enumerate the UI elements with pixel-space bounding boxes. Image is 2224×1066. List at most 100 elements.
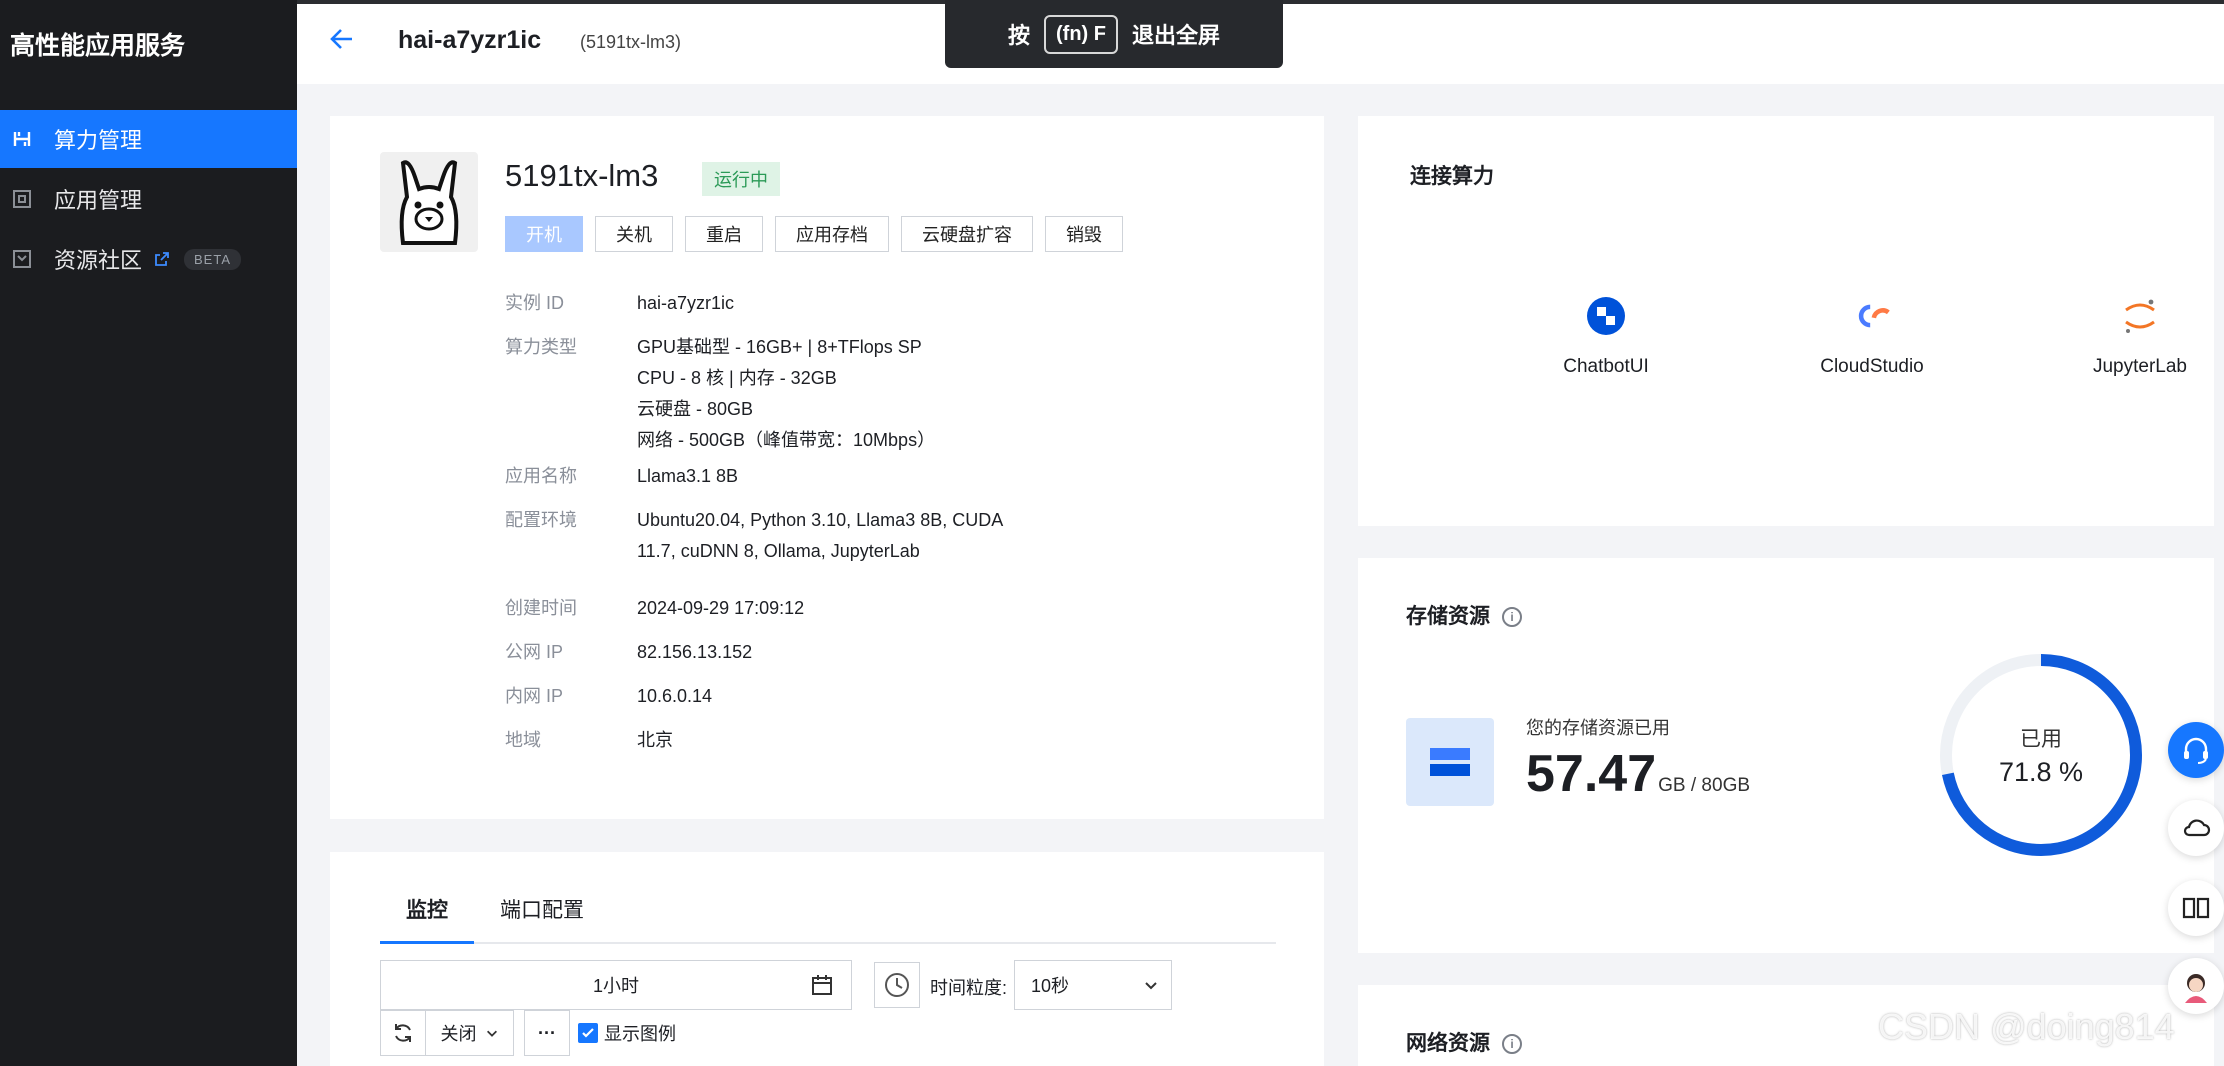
sidebar-item-community[interactable]: 资源社区 BETA [0,230,297,288]
storage-title: 存储资源 [1406,605,1490,628]
info-value: GPU基础型 - 16GB+ | 8+TFlops SP CPU - 8 核 |… [637,332,935,456]
headset-icon [2184,737,2208,764]
storage-used-label: 您的存储资源已用 [1526,718,1670,738]
cloud-button[interactable] [2168,800,2224,856]
jupyter-icon [2120,296,2160,336]
restart-button[interactable]: 重启 [685,216,763,252]
type-line: 云硬盘 - 80GB [637,399,754,419]
page-title: hai-a7yzr1ic [398,26,542,54]
info-label: 算力类型 [505,337,577,357]
info-row-id: 实例 ID hai-a7yzr1ic [505,288,734,319]
fullscreen-toast: 按 (fn) F 退出全屏 [945,0,1283,68]
chatbotui-icon [1586,296,1626,336]
storage-used: 57.47 GB / 80GB [1526,744,1750,804]
more-button[interactable]: ··· [524,1010,570,1056]
sidebar-item-label: 算力管理 [54,128,143,153]
info-label: 公网 IP [505,642,564,662]
beta-badge: BETA [184,248,242,270]
checkbox-checked-icon[interactable] [578,1023,598,1043]
storage-used-value: 57.47 [1526,745,1657,803]
info-icon[interactable]: i [1502,607,1522,628]
tab-port-config[interactable]: 端口配置 [500,884,584,944]
cloudstudio-icon [1852,296,1892,336]
granularity-select[interactable]: 10秒 [1014,960,1172,1010]
ring-value: 71.8 % [1998,756,2084,787]
tab-bar: 监控 端口配置 [380,884,1276,944]
tab-monitor[interactable]: 监控 [380,884,474,944]
llama-avatar-icon [380,152,478,252]
type-line: 网络 - 500GB（峰值带宽：10Mbps） [637,430,936,450]
env-line: Ubuntu20.04, Python 3.10, Llama3 8B, CUD… [637,510,1004,530]
chevron-down-icon [1143,977,1159,998]
assistant-avatar-icon [2185,974,2207,1003]
action-bar: 开机 关机 重启 应用存档 云硬盘扩容 销毁 [505,216,1123,252]
cloud-icon [2183,819,2211,837]
instance-info-card: 5191tx-lm3 运行中 开机 关机 重启 应用存档 云硬盘扩容 销毁 实例… [330,116,1324,819]
sidebar-item-compute[interactable]: 算力管理 [0,110,297,168]
app-label: CloudStudio [1820,356,1924,377]
card-title: 网络资源 i [1406,1027,1522,1057]
storage-card: 存储资源 i 您的存储资源已用 57.47 GB / 80GB 已用 71.8 % [1358,558,2214,953]
info-icon[interactable]: i [1502,1034,1522,1055]
storage-icon [1406,718,1494,806]
toast-prefix: 按 [1007,23,1030,48]
legend-toggle[interactable]: 显示图例 [578,1020,676,1046]
refresh-button[interactable] [380,1010,426,1056]
status-badge: 运行中 [702,162,780,196]
page-subtitle: (5191tx-lm3) [580,32,682,52]
power-on-button[interactable]: 开机 [505,216,583,252]
granularity-label: 时间粒度: [930,978,1008,998]
storage-total: GB / 80GB [1658,775,1751,796]
sidebar-item-apps[interactable]: 应用管理 [0,170,297,228]
instance-name: 5191tx-lm3 [505,158,659,193]
info-value: hai-a7yzr1ic [637,293,735,313]
info-label: 内网 IP [505,686,564,706]
ring-label: 已用 [2020,727,2062,751]
archive-app-button[interactable]: 应用存档 [775,216,889,252]
info-row-created: 创建时间 2024-09-29 17:09:12 [505,593,804,624]
book-icon [2182,897,2210,919]
monitor-card: 监控 端口配置 1小时 时间粒度: 10秒 关闭 ··· 显示图例 [330,852,1324,1066]
toast-suffix: 退出全屏 [1131,23,1220,48]
clock-icon[interactable] [874,962,920,1008]
app-label: ChatbotUI [1563,356,1649,377]
sidebar-item-label: 资源社区 [54,248,143,273]
info-label: 创建时间 [505,598,577,618]
chevron-down-icon [486,1030,497,1037]
app-icon [12,189,32,209]
sidebar-item-label: 应用管理 [54,188,143,213]
legend-toggle-label: 显示图例 [604,1024,676,1044]
assistant-avatar-button[interactable] [2168,958,2224,1014]
card-title: 连接算力 [1410,165,1494,188]
external-link-icon [154,251,170,267]
info-value: 10.6.0.14 [637,686,713,706]
auto-refresh-select[interactable]: 关闭 [426,1010,514,1056]
community-icon [12,249,32,269]
time-range-picker[interactable]: 1小时 [380,960,852,1010]
customer-service-button[interactable] [2168,722,2224,778]
info-value: Ubuntu20.04, Python 3.10, Llama3 8B, CUD… [637,505,1003,567]
info-label: 地域 [505,730,541,750]
info-value: 2024-09-29 17:09:12 [637,598,805,618]
type-line: CPU - 8 核 | 内存 - 32GB [637,368,837,388]
auto-refresh-value: 关闭 [440,1024,477,1044]
cloudstudio-tile[interactable]: CloudStudio [1782,296,1962,378]
info-row-public-ip: 公网 IP 82.156.13.152 [505,637,752,668]
compute-icon [12,129,32,149]
destroy-button[interactable]: 销毁 [1045,216,1123,252]
toast-key: (fn) F [1044,14,1118,54]
info-value: Llama3.1 8B [637,466,739,486]
info-value: 北京 [637,730,673,750]
back-arrow-icon[interactable] [330,28,354,55]
expand-disk-button[interactable]: 云硬盘扩容 [901,216,1033,252]
info-label: 配置环境 [505,510,577,530]
info-row-env: 配置环境 Ubuntu20.04, Python 3.10, Llama3 8B… [505,505,1003,567]
chart-toolbar: 关闭 ··· 显示图例 [380,1010,676,1056]
info-row-app: 应用名称 Llama3.1 8B [505,461,738,492]
docs-button[interactable] [2168,880,2224,936]
power-off-button[interactable]: 关机 [595,216,673,252]
jupyterlab-tile[interactable]: JupyterLab [2050,296,2224,378]
chatbotui-tile[interactable]: ChatbotUI [1516,296,1696,378]
refresh-icon [395,1024,411,1042]
network-title: 网络资源 [1406,1032,1490,1055]
